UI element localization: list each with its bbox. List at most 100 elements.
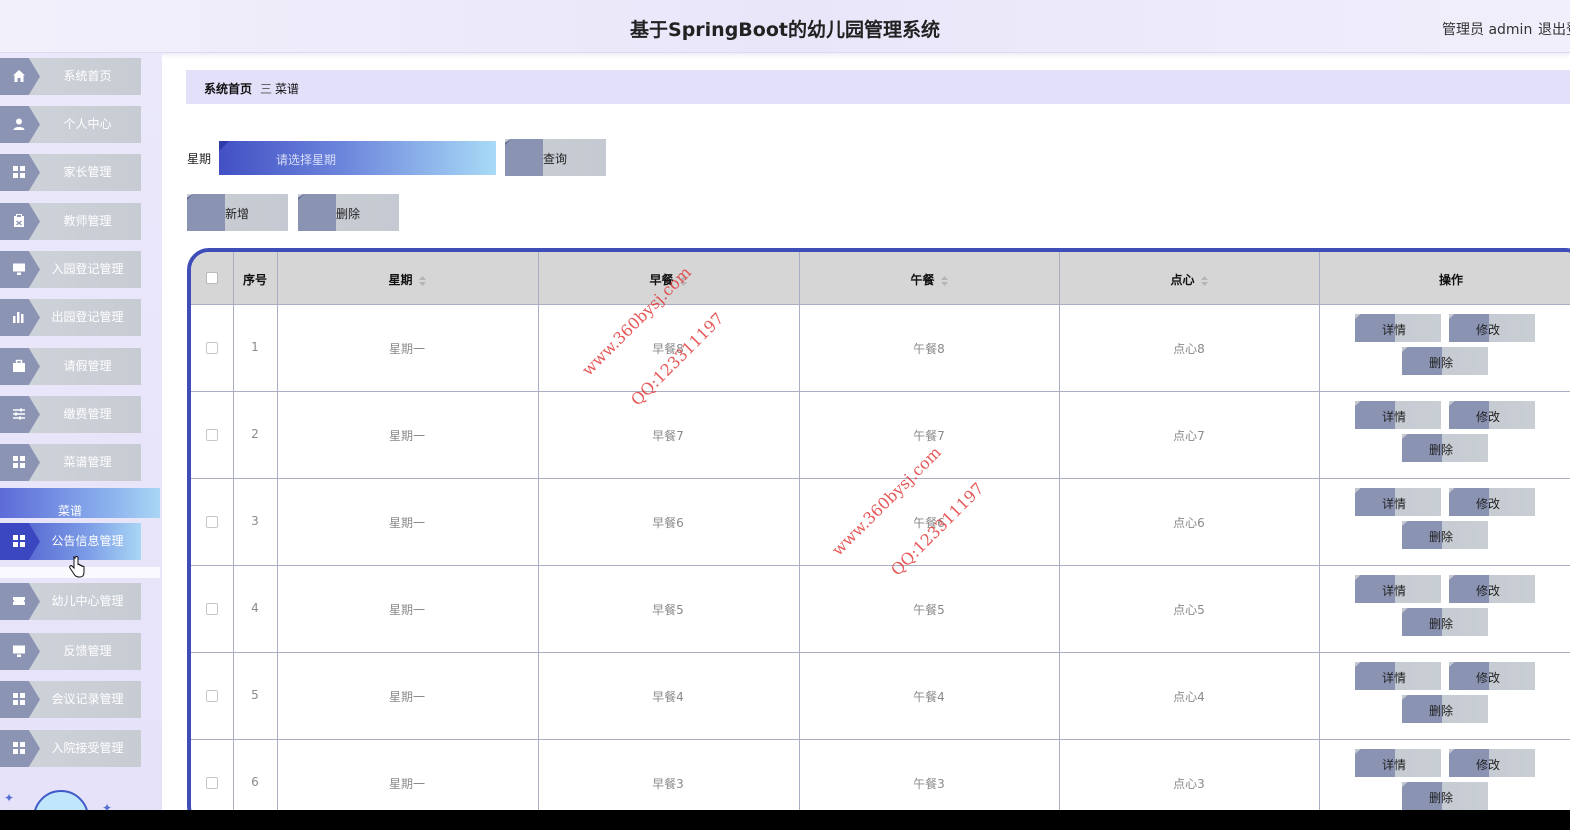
row-edit-button[interactable]: 修改 (1449, 314, 1535, 342)
row-delete-label: 删除 (1429, 530, 1454, 544)
table-cell-snack: 点心3 (1173, 776, 1205, 791)
column-header: 序号 (195, 271, 315, 288)
home-icon (13, 70, 25, 82)
button-wedge (505, 139, 543, 176)
column-header[interactable]: 星期 (347, 271, 467, 288)
row-detail-button[interactable]: 详情 (1355, 575, 1441, 603)
grid-icon (13, 166, 25, 178)
row-detail-label: 详情 (1382, 323, 1407, 337)
row-delete-button[interactable]: 删除 (1402, 608, 1488, 636)
sidebar-item-label: 公告信息管理 (51, 534, 124, 548)
sidebar-item-6[interactable]: 请假管理 (0, 348, 141, 385)
sort-icon[interactable] (940, 275, 948, 286)
mascot-image (33, 790, 89, 810)
sidebar-item-label: 请假管理 (63, 359, 112, 373)
table-column-divider (1059, 252, 1060, 810)
sidebar-item-label: 反馈管理 (63, 644, 112, 658)
row-detail-button[interactable]: 详情 (1355, 749, 1441, 777)
row-delete-button[interactable]: 删除 (1402, 782, 1488, 810)
table-column-divider (1319, 252, 1320, 810)
column-header-label: 星期 (388, 273, 413, 287)
column-header-label: 序号 (242, 273, 267, 287)
sidebar-item-label: 家长管理 (63, 165, 112, 179)
table-cell-weekday: 星期一 (388, 428, 425, 443)
row-detail-button[interactable]: 详情 (1355, 314, 1441, 342)
sidebar-item-2[interactable]: 家长管理 (0, 154, 141, 191)
row-edit-label: 修改 (1476, 497, 1501, 511)
sidebar-item-10[interactable]: 幼儿中心管理 (0, 583, 141, 620)
row-delete-label: 删除 (1429, 617, 1454, 631)
sidebar-item-label: 缴费管理 (63, 407, 112, 421)
table-cell-index: 2 (251, 426, 259, 441)
query-button[interactable]: 查询 (505, 139, 606, 176)
table-cell-weekday: 星期一 (388, 602, 425, 617)
submenu-item-recipes[interactable]: 菜谱 (0, 488, 160, 518)
table-cell-index: 4 (251, 600, 259, 615)
user-icon (13, 118, 25, 130)
sidebar-item-3[interactable]: 教师管理 (0, 203, 141, 240)
table-cell-weekday: 星期一 (388, 515, 425, 530)
sidebar-item-0[interactable]: 系统首页 (0, 58, 141, 95)
sidebar-item-13[interactable]: 入院接受管理 (0, 730, 141, 767)
column-header-label: 午餐 (910, 273, 935, 287)
add-button[interactable]: 新增 (187, 194, 288, 231)
row-detail-button[interactable]: 详情 (1355, 662, 1441, 690)
sidebar-item-label: 系统首页 (63, 69, 112, 83)
sidebar-item-12[interactable]: 会议记录管理 (0, 681, 141, 718)
table-cell-index: 1 (251, 339, 259, 354)
bar-chart-icon (13, 312, 24, 323)
sidebar-item-11[interactable]: 反馈管理 (0, 633, 141, 670)
row-delete-button[interactable]: 删除 (1402, 434, 1488, 462)
button-wedge (187, 194, 225, 231)
sparkle-icon: ✦ (102, 801, 113, 810)
table-cell-index: 5 (251, 687, 259, 702)
row-detail-button[interactable]: 详情 (1355, 488, 1441, 516)
row-edit-button[interactable]: 修改 (1449, 662, 1535, 690)
page-title: 基于SpringBoot的幼儿园管理系统 (630, 19, 940, 41)
row-edit-button[interactable]: 修改 (1449, 575, 1535, 603)
row-detail-label: 详情 (1382, 410, 1407, 424)
top-header: 基于SpringBoot的幼儿园管理系统 管理员 admin 退出登录 (0, 0, 1570, 53)
sidebar-item-5[interactable]: 出园登记管理 (0, 299, 141, 336)
table-cell-lunch: 午餐8 (913, 341, 945, 356)
row-delete-button[interactable]: 删除 (1402, 521, 1488, 549)
logout-link[interactable]: 退出登录 (1538, 19, 1570, 39)
table-cell-breakfast: 早餐3 (652, 776, 684, 791)
table-cell-index: 6 (251, 774, 259, 789)
weekday-select[interactable]: 请选择星期 (219, 141, 496, 175)
breadcrumb-home[interactable]: 系统首页 (204, 80, 252, 97)
button-wedge (298, 194, 336, 231)
recipe-table: 序号 星期 早餐 午餐 点心 操作 1 星期一 早餐8 午餐8 点心8 详情 修改 删除 2 星期一 早餐7 午餐… (187, 248, 1570, 810)
column-header[interactable]: 午餐 (869, 271, 989, 288)
row-edit-button[interactable]: 修改 (1449, 749, 1535, 777)
row-edit-label: 修改 (1476, 410, 1501, 424)
row-edit-button[interactable]: 修改 (1449, 401, 1535, 429)
table-column-divider (799, 252, 800, 810)
sidebar-item-1[interactable]: 个人中心 (0, 106, 141, 143)
current-user: 管理员 admin (1442, 22, 1533, 38)
table-cell-weekday: 星期一 (388, 341, 425, 356)
sidebar-item-label: 会议记录管理 (51, 692, 124, 706)
row-delete-button[interactable]: 删除 (1402, 695, 1488, 723)
table-cell-breakfast: 早餐6 (652, 515, 684, 530)
sidebar-item-8[interactable]: 菜谱管理 (0, 444, 141, 481)
delete-button[interactable]: 删除 (298, 194, 399, 231)
row-detail-button[interactable]: 详情 (1355, 401, 1441, 429)
row-edit-button[interactable]: 修改 (1449, 488, 1535, 516)
sidebar-item-7[interactable]: 缴费管理 (0, 396, 141, 433)
table-row-divider (191, 478, 1570, 479)
table-cell-breakfast: 早餐4 (652, 689, 684, 704)
sort-icon[interactable] (418, 275, 426, 286)
sidebar-item-4[interactable]: 入园登记管理 (0, 251, 141, 288)
row-delete-button[interactable]: 删除 (1402, 347, 1488, 375)
sidebar-item-9[interactable]: 公告信息管理 (0, 523, 141, 560)
table-row-divider (191, 652, 1570, 653)
row-edit-label: 修改 (1476, 671, 1501, 685)
sort-icon[interactable] (1200, 275, 1208, 286)
grid-icon (13, 535, 25, 547)
row-detail-label: 详情 (1382, 584, 1407, 598)
table-cell-snack: 点心7 (1173, 428, 1205, 443)
table-cell-lunch: 午餐3 (913, 776, 945, 791)
clipboard-icon (14, 214, 24, 227)
column-header[interactable]: 点心 (1129, 271, 1249, 288)
